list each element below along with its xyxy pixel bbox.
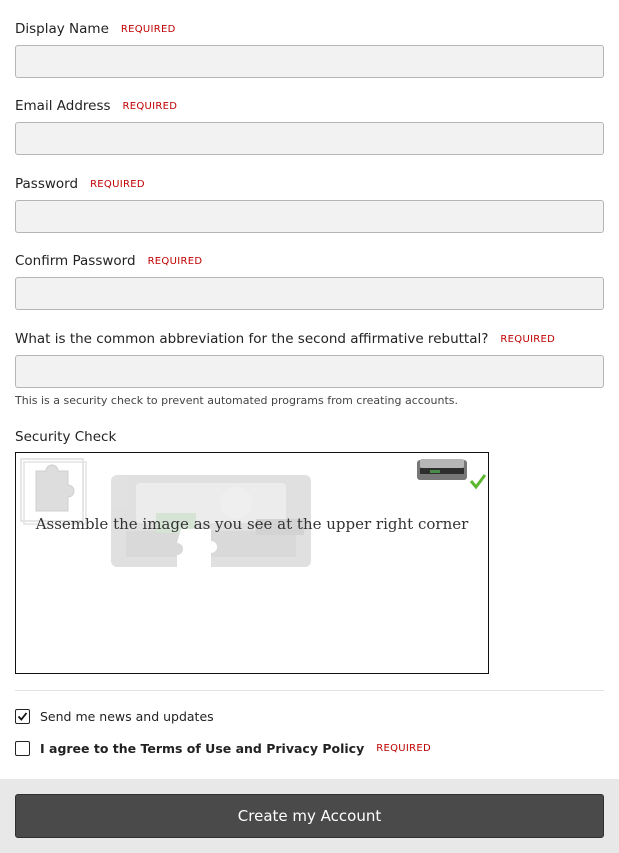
terms-option[interactable]: I agree to the Terms of Use and Privacy …	[15, 741, 431, 756]
puzzle-captcha[interactable]: Assemble the image as you see at the upp…	[15, 452, 489, 674]
create-account-button[interactable]: Create my Account	[15, 794, 604, 838]
puzzle-slot	[177, 529, 217, 567]
checkmark-icon	[17, 712, 28, 721]
security-hint: This is a security check to prevent auto…	[15, 394, 458, 407]
password-label: Password REQUIRED	[15, 176, 145, 192]
confirm-password-label: Confirm Password REQUIRED	[15, 253, 203, 269]
security-question-label: What is the common abbreviation for the …	[15, 331, 556, 347]
required-badge: REQUIRED	[90, 179, 145, 190]
puzzle-canvas	[20, 458, 487, 567]
captcha-instruction: Assemble the image as you see at the upp…	[35, 515, 469, 533]
required-badge: REQUIRED	[120, 24, 176, 35]
security-answer-input[interactable]	[15, 355, 604, 388]
terms-label[interactable]: I agree to the Terms of Use and Privacy …	[40, 741, 364, 756]
required-badge: REQUIRED	[376, 743, 431, 754]
required-badge: REQUIRED	[500, 334, 556, 345]
display-name-input[interactable]	[15, 45, 604, 78]
reference-thumbnail	[417, 459, 467, 480]
terms-checkbox[interactable]	[15, 741, 30, 756]
email-label: Email Address REQUIRED	[15, 98, 178, 114]
display-name-label: Display Name REQUIRED	[15, 21, 176, 37]
security-check-label: Security Check	[15, 429, 117, 445]
check-icon	[469, 474, 487, 490]
confirm-password-input[interactable]	[15, 277, 604, 310]
news-label: Send me news and updates	[40, 709, 214, 724]
news-checkbox[interactable]	[15, 709, 30, 724]
password-input[interactable]	[15, 200, 604, 233]
divider	[15, 690, 604, 691]
email-input[interactable]	[15, 122, 604, 155]
required-badge: REQUIRED	[122, 101, 178, 112]
required-badge: REQUIRED	[147, 256, 203, 267]
news-option[interactable]: Send me news and updates	[15, 709, 214, 724]
